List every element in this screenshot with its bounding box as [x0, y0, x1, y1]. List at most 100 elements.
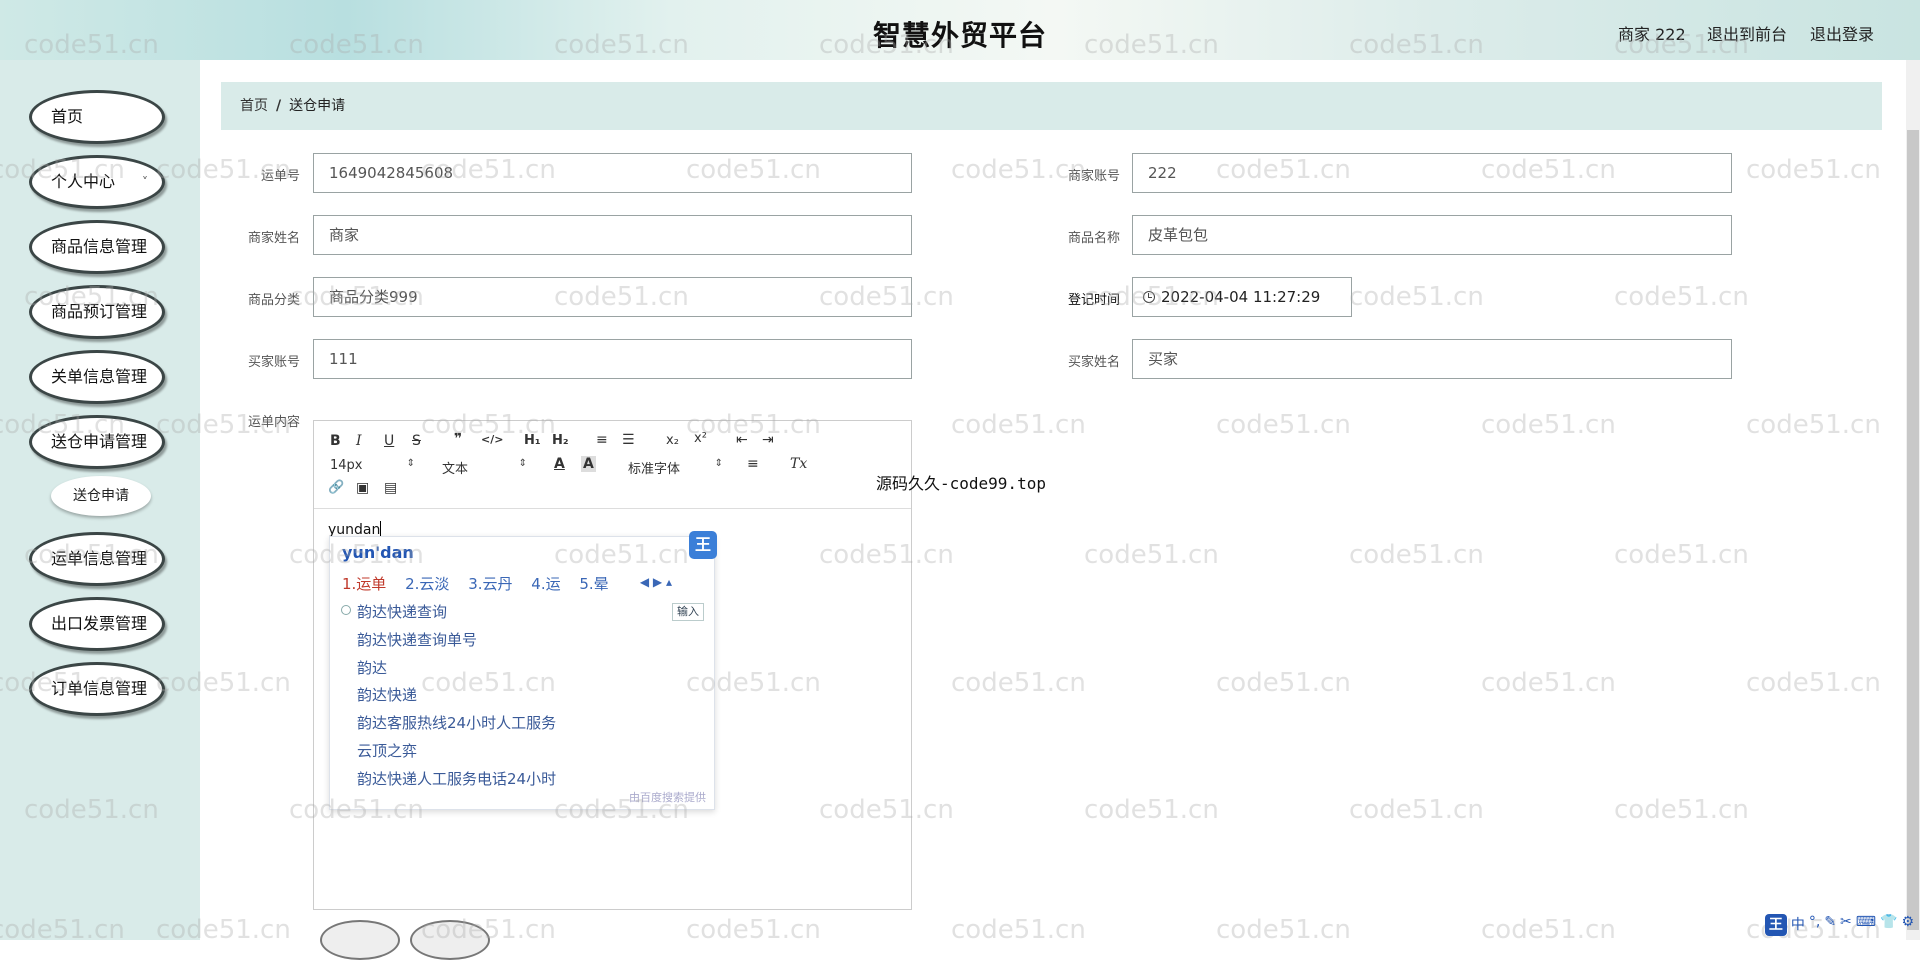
font-family-value: 标准字体	[628, 462, 680, 477]
back-to-front-link[interactable]: 退出到前台	[1707, 21, 1787, 45]
h1-button[interactable]: H₁	[524, 433, 541, 448]
next-page-icon[interactable]: ▶	[653, 575, 662, 589]
ime-suggestion[interactable]: 韵达快递查询单号	[357, 629, 477, 650]
reg-time-field[interactable]: 2022-04-04 11:27:29	[1132, 277, 1352, 317]
category-field[interactable]: 商品分类999	[313, 277, 912, 317]
subscript-button[interactable]: x₂	[666, 433, 679, 448]
font-size-value: 14px	[330, 458, 363, 473]
text-caret	[380, 521, 381, 536]
ime-suggestion[interactable]: 韵达客服热线24小时人工服务	[357, 712, 556, 733]
watermark-text: code51.cn	[1216, 668, 1351, 698]
underline-button[interactable]: U	[384, 433, 394, 449]
watermark-text: code51.cn	[1481, 668, 1616, 698]
text-type-select[interactable]: 文本⇕	[442, 458, 527, 477]
link-icon[interactable]: 🔗	[328, 480, 344, 495]
ime-candidate[interactable]: 2.云淡	[405, 575, 449, 593]
waybill-no-label: 运单号	[210, 165, 300, 184]
sidebar-item-product-info[interactable]: 商品信息管理	[29, 220, 165, 274]
editor-toolbar: B I U S ❞ </> H₁ H₂ ≡ ☰ x₂ x² ⇤ ⇥ 14px⇕ …	[314, 421, 911, 509]
cancel-button[interactable]	[410, 920, 490, 960]
bullet-list-icon[interactable]: ☰	[622, 432, 635, 448]
merchant-account-field[interactable]: 222	[1132, 153, 1732, 193]
video-icon[interactable]: ▤	[384, 480, 397, 496]
ime-suggestion[interactable]: 韵达快递查询	[357, 601, 447, 622]
ime-candidates: 1.运单 2.云淡 3.云丹 4.运 5.晕	[342, 573, 623, 594]
sidebar-item-label: 个人中心	[51, 172, 115, 191]
skin-icon[interactable]: 👕	[1880, 914, 1897, 936]
image-icon[interactable]: ▣	[356, 480, 369, 496]
indent-icon[interactable]: ⇥	[762, 432, 774, 448]
waybill-no-field[interactable]: 1649042845608	[313, 153, 912, 193]
ime-logo-icon[interactable]: 王	[1765, 914, 1787, 936]
ime-footer: 由百度搜索提供	[629, 789, 706, 805]
handwrite-icon[interactable]: ✎	[1824, 914, 1836, 936]
ime-candidate[interactable]: 3.云丹	[468, 575, 512, 593]
logout-link[interactable]: 退出登录	[1810, 21, 1874, 45]
reg-time-value: 2022-04-04 11:27:29	[1161, 288, 1320, 306]
font-color-button[interactable]: A	[554, 456, 565, 472]
collapse-icon[interactable]: ▴	[666, 575, 672, 589]
ime-input-button[interactable]: 输入	[672, 603, 704, 621]
chinese-mode-icon[interactable]: 中	[1791, 914, 1805, 936]
breadcrumb-home[interactable]: 首页	[240, 98, 268, 114]
ordered-list-icon[interactable]: ≡	[596, 432, 608, 448]
font-family-select[interactable]: 标准字体⇕	[628, 458, 723, 477]
ime-suggestion[interactable]: 韵达	[357, 657, 387, 678]
sidebar-item-warehouse-request[interactable]: 送仓申请管理	[29, 415, 165, 469]
product-name-field[interactable]: 皮革包包	[1132, 215, 1732, 255]
scrollbar-thumb[interactable]	[1907, 130, 1919, 930]
keyboard-icon[interactable]: ⌨	[1856, 914, 1876, 936]
sidebar-item-invoice[interactable]: 出口发票管理	[29, 597, 165, 651]
submit-button[interactable]	[320, 920, 400, 960]
sidebar-item-customs[interactable]: 关单信息管理	[29, 350, 165, 404]
ime-candidate[interactable]: 5.晕	[579, 575, 608, 593]
bold-button[interactable]: B	[330, 433, 341, 449]
superscript-button[interactable]: x²	[694, 431, 707, 446]
breadcrumb-current: 送仓申请	[289, 98, 345, 114]
sidebar-item-product-booking[interactable]: 商品预订管理	[29, 285, 165, 339]
screenshot-icon[interactable]: ✂	[1840, 914, 1852, 936]
ime-suggestion[interactable]: 韵达快递	[357, 684, 417, 705]
strike-button[interactable]: S	[412, 433, 421, 449]
sidebar-subitem-warehouse-request[interactable]: 送仓申请	[51, 476, 151, 516]
buyer-account-label: 买家账号	[210, 351, 300, 370]
ime-candidate[interactable]: 1.运单	[342, 575, 386, 593]
sidebar-item-home[interactable]: 首页	[29, 90, 165, 144]
breadcrumb: 首页/送仓申请	[221, 82, 1882, 130]
ime-page-nav[interactable]: ◀ ▶ ▴	[640, 575, 672, 589]
punctuation-icon[interactable]: °,	[1809, 914, 1820, 936]
page-scrollbar[interactable]	[1906, 60, 1920, 940]
ime-candidate[interactable]: 4.运	[531, 575, 560, 593]
watermark-text: code51.cn	[1349, 540, 1484, 570]
outdent-icon[interactable]: ⇤	[736, 432, 748, 448]
settings-icon[interactable]: ⚙	[1901, 914, 1914, 936]
buyer-account-field[interactable]: 111	[313, 339, 912, 379]
merchant-name-field[interactable]: 商家	[313, 215, 912, 255]
watermark-text: code51.cn	[1216, 915, 1351, 945]
code-icon[interactable]: </>	[481, 433, 503, 446]
sidebar-item-waybill[interactable]: 运单信息管理	[29, 532, 165, 586]
bg-color-button[interactable]: A	[581, 456, 596, 472]
quote-icon[interactable]: ❞	[454, 431, 462, 447]
watermark-text: code51.cn	[1614, 282, 1749, 312]
sidebar-item-orders[interactable]: 订单信息管理	[29, 662, 165, 716]
clear-format-icon[interactable]: Tx	[790, 456, 807, 472]
watermark-text: code51.cn	[1746, 155, 1881, 185]
merchant-name-label: 商家姓名	[210, 227, 300, 246]
clock-icon	[1143, 291, 1155, 303]
watermark-text: code51.cn	[1746, 410, 1881, 440]
ime-suggestion[interactable]: 云顶之弈	[357, 740, 417, 761]
watermark-text: code51.cn	[1614, 795, 1749, 825]
ime-suggestion[interactable]: 韵达快递人工服务电话24小时	[357, 768, 556, 789]
content-label: 运单内容	[210, 411, 300, 430]
italic-button[interactable]: I	[356, 433, 362, 449]
select-arrow-icon: ⇕	[519, 458, 527, 469]
merchant-account-label: 商家账号	[1030, 165, 1120, 184]
align-icon[interactable]: ≡	[747, 456, 759, 472]
font-size-select[interactable]: 14px⇕	[330, 458, 415, 473]
overlay-text: 源码久久-code99.top	[876, 470, 1046, 494]
prev-page-icon[interactable]: ◀	[640, 575, 649, 589]
h2-button[interactable]: H₂	[552, 433, 569, 448]
buyer-name-field[interactable]: 买家	[1132, 339, 1732, 379]
sidebar-item-personal-center[interactable]: 个人中心 ˅	[29, 155, 165, 209]
